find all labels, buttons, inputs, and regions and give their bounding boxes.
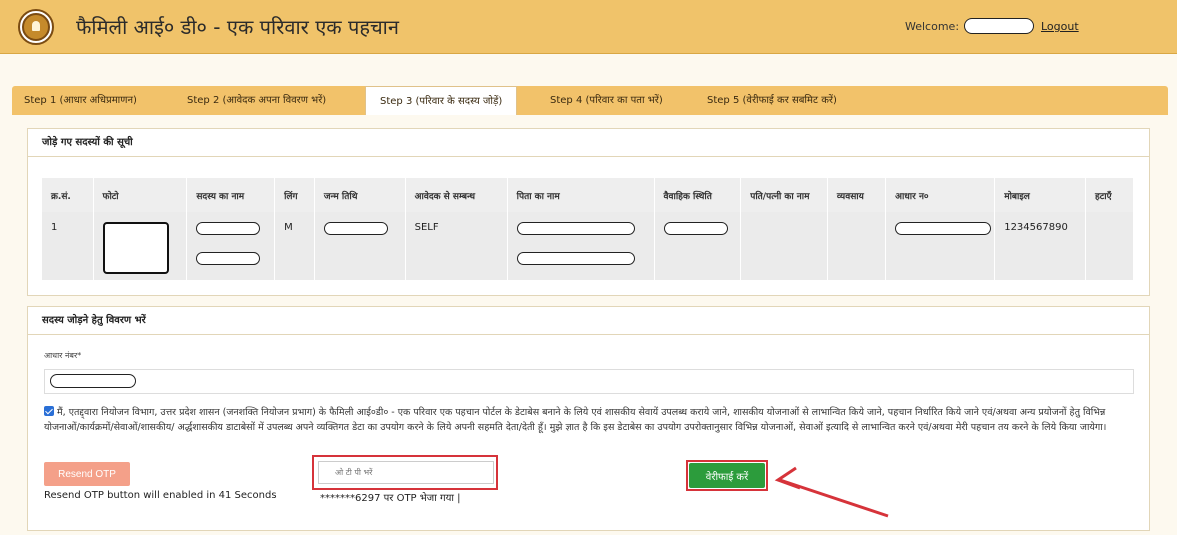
pointer-arrow-icon	[774, 466, 889, 518]
cell-dob	[314, 212, 406, 280]
col-aadhaar: आधार न०	[885, 178, 996, 212]
cell-spouse-name	[740, 212, 828, 280]
col-spouse-name: पति/पत्नी का नाम	[740, 178, 828, 212]
top-header: फैमिली आई० डी० - एक परिवार एक पहचान Welc…	[0, 0, 1177, 54]
aadhaar-input[interactable]	[44, 369, 1134, 394]
tab-step-4[interactable]: Step 4 (परिवार का पता भरें)	[550, 86, 663, 115]
cell-father-name	[507, 212, 655, 280]
col-delete: हटाएँ	[1085, 178, 1135, 212]
redacted-father-name	[516, 222, 635, 235]
consent-block: मैं, एतद्द्वारा नियोजन विभाग, उत्तर प्रद…	[44, 405, 1134, 435]
tab-step-3[interactable]: Step 3 (परिवार के सदस्य जोड़ें)	[365, 86, 518, 115]
redacted-father-name-alt	[516, 252, 635, 265]
col-dob: जन्म तिथि	[314, 178, 406, 212]
col-photo: फोटो	[93, 178, 188, 212]
col-mobile: मोबाइल	[994, 178, 1086, 212]
redacted-marital-status	[663, 222, 728, 235]
cell-delete[interactable]	[1085, 212, 1135, 280]
member-photo	[102, 222, 169, 274]
col-occupation: व्यवसाय	[827, 178, 887, 212]
cell-gender: M	[274, 212, 315, 280]
table-row: 1 M SELF 1234567890	[42, 212, 1135, 280]
app-title: फैमिली आई० डी० - एक परिवार एक पहचान	[76, 15, 399, 39]
redacted-dob	[323, 222, 388, 235]
cell-relation: SELF	[405, 212, 508, 280]
cell-mobile: 1234567890	[994, 212, 1086, 280]
col-marital-status: वैवाहिक स्थिति	[654, 178, 742, 212]
welcome-label: Welcome:	[905, 20, 960, 33]
otp-input[interactable]	[318, 461, 494, 484]
members-list-title: जोड़े गए सदस्यों की सूची	[28, 129, 1149, 157]
members-table: क्र.सं. फोटो सदस्य का नाम लिंग जन्म तिथि…	[42, 178, 1135, 280]
up-emblem-logo	[18, 9, 54, 45]
table-header-row: क्र.सं. फोटो सदस्य का नाम लिंग जन्म तिथि…	[42, 178, 1135, 212]
welcome-username-redacted	[964, 18, 1034, 34]
cell-photo	[93, 212, 188, 280]
cell-marital-status	[654, 212, 742, 280]
redacted-aadhaar	[895, 222, 992, 235]
verify-button[interactable]: वेरीफाई करें	[689, 463, 765, 488]
redacted-name	[196, 222, 261, 235]
logout-link[interactable]: Logout	[1041, 20, 1079, 33]
aadhaar-label: आधार नंबर*	[44, 351, 82, 360]
resend-otp-button[interactable]: Resend OTP	[44, 462, 130, 486]
step-tabs: Step 1 (आधार अधिप्रमाणन) Step 2 (आवेदक अ…	[12, 86, 1168, 115]
redacted-name-alt	[196, 252, 261, 265]
redacted-aadhaar-value	[50, 374, 136, 388]
consent-checkbox[interactable]	[44, 406, 54, 416]
cell-member-name	[186, 212, 276, 280]
cell-occupation	[827, 212, 887, 280]
col-relation: आवेदक से सम्बन्ध	[405, 178, 508, 212]
tab-step-2[interactable]: Step 2 (आवेदक अपना विवरण भरें)	[187, 86, 326, 115]
otp-sent-message: *******6297 पर OTP भेजा गया |	[320, 493, 461, 504]
tab-step-1[interactable]: Step 1 (आधार अधिप्रमाणन)	[24, 86, 137, 115]
add-member-title: सदस्य जोड़ने हेतु विवरण भरें	[28, 307, 1149, 335]
col-member-name: सदस्य का नाम	[186, 178, 276, 212]
resend-otp-countdown: Resend OTP button will enabled in 41 Sec…	[44, 490, 277, 501]
consent-text: मैं, एतद्द्वारा नियोजन विभाग, उत्तर प्रद…	[44, 407, 1107, 433]
cell-aadhaar	[885, 212, 996, 280]
col-father-name: पिता का नाम	[507, 178, 655, 212]
tab-step-5[interactable]: Step 5 (वेरीफाई कर सबमिट करें)	[707, 86, 837, 115]
col-sno: क्र.सं.	[42, 178, 94, 212]
cell-sno: 1	[42, 212, 94, 280]
col-gender: लिंग	[274, 178, 315, 212]
